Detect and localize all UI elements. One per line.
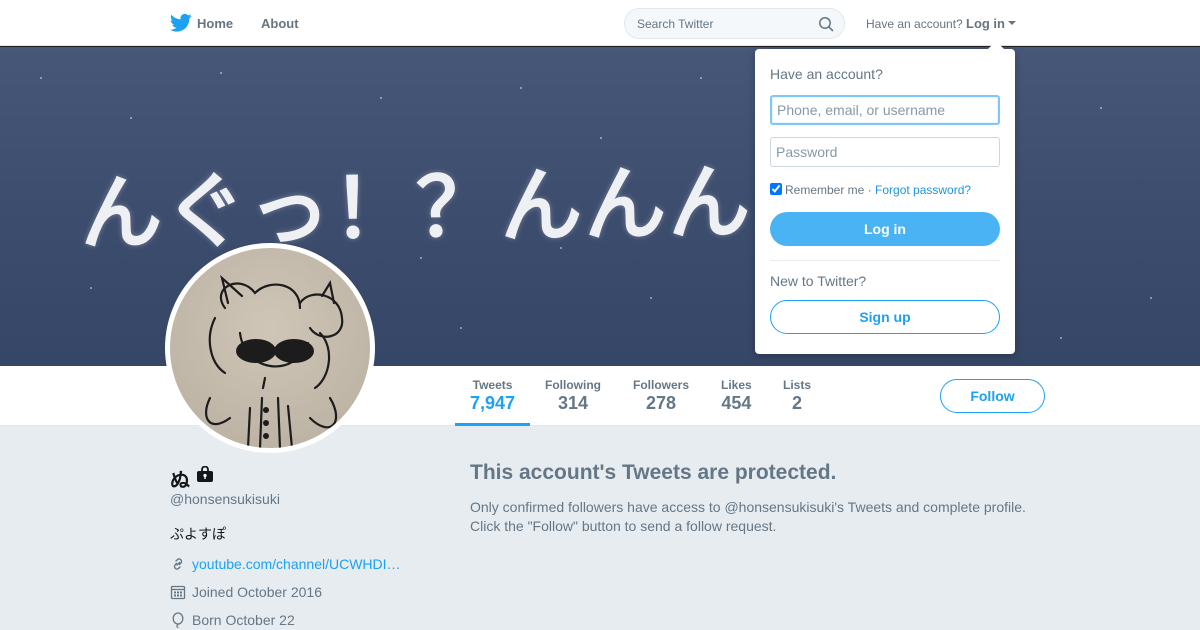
forgot-password-link[interactable]: Forgot password?: [875, 183, 971, 197]
username-field[interactable]: [770, 95, 1000, 125]
dropdown-divider: [770, 260, 1000, 261]
lock-icon: [197, 466, 213, 482]
follow-button[interactable]: Follow: [940, 379, 1045, 413]
stat-value: 314: [557, 393, 589, 413]
signup-button[interactable]: Sign up: [770, 300, 1000, 334]
stat-value: 278: [645, 393, 677, 413]
stat-value: 2: [792, 393, 803, 413]
stat-label: Likes: [721, 378, 752, 392]
login-button[interactable]: Log in: [770, 212, 1000, 246]
separator: ·: [864, 183, 876, 197]
protected-title: This account's Tweets are protected.: [470, 461, 837, 484]
stat-label: Tweets: [472, 378, 513, 392]
stat-followers[interactable]: Followers 278: [633, 378, 689, 414]
profile-born: Born October 22: [192, 612, 295, 628]
profile-name: ぬ: [170, 470, 190, 492]
top-navigation-bar: Home About Search Twitter Have an accoun…: [0, 0, 1200, 46]
avatar-drawing: [205, 274, 344, 448]
stat-value: 454: [721, 393, 752, 413]
remember-me-checkbox[interactable]: [770, 183, 782, 195]
nav-home-link[interactable]: Home: [197, 16, 233, 31]
login-dropdown: Have an account? Remember me · Forgot pa…: [755, 41, 1015, 354]
dropdown-caret: [988, 41, 1004, 49]
login-menu-link[interactable]: Log in: [966, 16, 1005, 31]
profile-url-link[interactable]: youtube.com/channel/UCWHDI…: [192, 556, 401, 572]
remember-me-row: Remember me · Forgot password?: [770, 183, 971, 197]
stat-following[interactable]: Following 314: [545, 378, 601, 414]
profile-bio: ぷよすぽ: [170, 526, 226, 542]
nav-about-link[interactable]: About: [261, 16, 299, 31]
profile-handle[interactable]: @honsensukisuki: [170, 491, 280, 507]
caret-down-icon[interactable]: [1008, 21, 1016, 25]
stat-label: Followers: [633, 378, 690, 392]
active-tab-indicator: [455, 423, 530, 426]
stat-lists[interactable]: Lists 2: [783, 378, 811, 414]
twitter-bird-icon[interactable]: [170, 13, 192, 33]
search-input[interactable]: Search Twitter: [637, 17, 713, 31]
stat-value: 7,947: [470, 393, 516, 413]
profile-joined-row: Joined October 2016: [170, 584, 322, 600]
stat-label: Lists: [783, 378, 812, 392]
link-icon: [173, 558, 183, 570]
profile-url-row: youtube.com/channel/UCWHDI…: [170, 556, 401, 572]
have-account-label: Have an account?: [866, 17, 963, 31]
profile-born-row: Born October 22: [170, 612, 295, 628]
stat-label: Following: [545, 378, 601, 392]
avatar[interactable]: [165, 243, 375, 453]
balloon-icon: [172, 612, 184, 628]
password-field[interactable]: [770, 137, 1000, 167]
remember-me-label[interactable]: Remember me: [785, 183, 864, 197]
stat-likes[interactable]: Likes 454: [721, 378, 752, 414]
calendar-icon: [170, 585, 186, 600]
avatar-image: [170, 248, 370, 448]
search-box[interactable]: Search Twitter: [624, 8, 845, 39]
dropdown-heading: Have an account?: [770, 66, 883, 82]
search-icon[interactable]: [818, 16, 834, 32]
new-to-twitter-label: New to Twitter?: [770, 273, 867, 289]
stat-tweets[interactable]: Tweets 7,947: [470, 378, 515, 414]
profile-joined: Joined October 2016: [192, 584, 322, 600]
protected-description: Only confirmed followers have access to …: [470, 499, 1026, 534]
